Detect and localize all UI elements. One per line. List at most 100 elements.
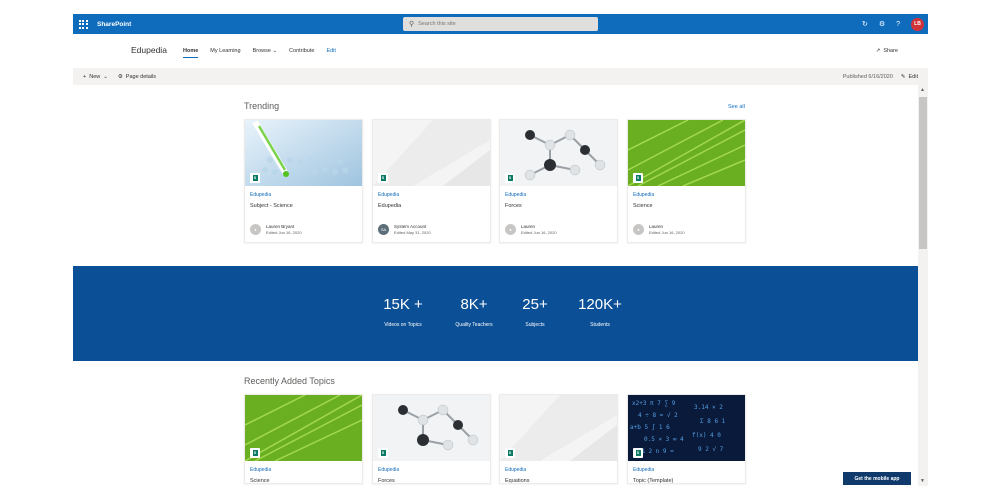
- svg-text:3.14 × 2: 3.14 × 2: [694, 404, 723, 411]
- edit-page-button[interactable]: ✎ Edit: [901, 74, 918, 80]
- card-thumbnail: [245, 120, 362, 186]
- stat-subjects: 25+ Subjects: [505, 296, 565, 328]
- share-label: Share: [883, 48, 898, 54]
- account-avatar[interactable]: LB: [911, 17, 924, 31]
- card-title[interactable]: Subject - Science: [250, 203, 293, 209]
- card-author: ● Lauren Edited Jun 16, 2020: [505, 224, 557, 235]
- search-box[interactable]: ⚲: [403, 17, 598, 31]
- card-title[interactable]: Edupedia: [378, 203, 401, 209]
- card-site[interactable]: Edupedia: [250, 192, 271, 198]
- recent-topics-title: Recently Added Topics: [244, 376, 335, 386]
- card-thumbnail: [500, 395, 617, 461]
- page-details-label: Page details: [125, 73, 157, 80]
- svg-text:9 2 √ 7: 9 2 √ 7: [698, 446, 724, 453]
- recent-card[interactable]: x2+3 π 7 ∑ 9 4 ÷ 8 = √ 2 a+b 5 ∫ 1 6 0.5 × …: [627, 394, 746, 484]
- sharepoint-page-icon: S: [505, 173, 515, 183]
- card-title[interactable]: Science: [633, 203, 653, 209]
- card-site[interactable]: Edupedia: [250, 467, 271, 473]
- author-name: System Account: [394, 224, 427, 229]
- suite-bar: SharePoint ⚲ ↻ ⚙ ? LB: [73, 14, 928, 34]
- stat-label: Videos on Topics: [384, 322, 422, 328]
- nav-browse[interactable]: Browse ⌄: [253, 48, 277, 54]
- card-author: ● Lauren Bryant Edited Jun 16, 2020: [250, 224, 302, 235]
- card-title[interactable]: Topic (Template): [633, 478, 673, 484]
- card-author: SA System Account Edited May 31, 2020: [378, 224, 431, 235]
- stat-value: 15K +: [383, 296, 423, 313]
- card-site[interactable]: Edupedia: [633, 467, 654, 473]
- recent-card[interactable]: S Edupedia Science: [244, 394, 363, 484]
- command-bar: + New ⌄ ⚙ Page details Published 6/16/20…: [73, 68, 928, 85]
- sharepoint-window: SharePoint ⚲ ↻ ⚙ ? LB Edupedia Home My L…: [73, 14, 928, 486]
- help-icon[interactable]: ?: [896, 21, 900, 28]
- edit-date: Edited Jun 16, 2020: [649, 230, 685, 235]
- nav-home[interactable]: Home: [183, 48, 199, 58]
- svg-text:f(x) 4 0: f(x) 4 0: [692, 432, 721, 439]
- stat-videos: 15K + Videos on Topics: [373, 296, 433, 328]
- author-name: Lauren: [521, 224, 536, 229]
- sharepoint-page-icon: S: [633, 173, 643, 183]
- scrollbar-thumb[interactable]: [919, 97, 927, 249]
- author-initials: SA: [378, 224, 389, 235]
- new-label: New: [89, 73, 101, 80]
- recent-card[interactable]: S Edupedia Equations: [499, 394, 618, 484]
- settings-icon[interactable]: ⚙: [879, 20, 885, 28]
- trending-title: Trending: [244, 101, 280, 111]
- nav-contribute[interactable]: Contribute: [289, 48, 314, 54]
- person-icon: ●: [505, 224, 516, 235]
- recent-card[interactable]: S Edupedia Forces: [372, 394, 491, 484]
- trending-card[interactable]: S Edupedia Edupedia SA System Account Edi…: [372, 119, 491, 243]
- card-title[interactable]: Science: [250, 478, 270, 484]
- pencil-icon: ✎: [900, 73, 906, 80]
- trending-card[interactable]: S Edupedia Forces ● Lauren Edited Jun 16,…: [499, 119, 618, 243]
- card-site[interactable]: Edupedia: [378, 467, 399, 473]
- gear-icon: ⚙: [117, 73, 123, 80]
- card-thumbnail: [245, 395, 362, 461]
- chevron-down-icon: ⌄: [103, 73, 108, 80]
- stat-label: Students: [590, 322, 610, 328]
- svg-text:4 ÷ 8 = √ 2: 4 ÷ 8 = √ 2: [638, 412, 678, 419]
- card-title[interactable]: Forces: [505, 203, 522, 209]
- trending-card[interactable]: S Edupedia Science ● Lauren Edited Jun 16…: [627, 119, 746, 243]
- plus-icon: +: [83, 73, 87, 80]
- card-author: ● Lauren Edited Jun 16, 2020: [633, 224, 685, 235]
- share-icon: ↗: [875, 48, 881, 54]
- card-thumbnail: x2+3 π 7 ∑ 9 4 ÷ 8 = √ 2 a+b 5 ∫ 1 6 0.5 × …: [628, 395, 745, 461]
- card-site[interactable]: Edupedia: [505, 192, 526, 198]
- chevron-down-icon: ⌄: [272, 48, 278, 54]
- vertical-scrollbar[interactable]: ▲ ▼: [918, 85, 928, 486]
- stat-label: Quality Teachers: [455, 322, 493, 328]
- get-mobile-app-button[interactable]: Get the mobile app: [843, 472, 911, 485]
- stat-students: 120K+ Students: [570, 296, 630, 328]
- edit-date: Edited May 31, 2020: [394, 230, 431, 235]
- stat-value: 25+: [522, 296, 548, 313]
- card-title[interactable]: Forces: [378, 478, 395, 484]
- search-input[interactable]: [418, 21, 569, 27]
- search-icon: ⚲: [409, 21, 415, 28]
- see-all-link[interactable]: See all: [728, 104, 745, 110]
- new-button[interactable]: + New ⌄: [83, 74, 108, 80]
- card-site[interactable]: Edupedia: [378, 192, 399, 198]
- card-title[interactable]: Equations: [505, 478, 529, 484]
- app-launcher-icon[interactable]: [73, 14, 93, 34]
- stat-value: 120K+: [578, 296, 622, 313]
- page-details-button[interactable]: ⚙ Page details: [118, 74, 156, 80]
- sharepoint-brand[interactable]: SharePoint: [97, 21, 131, 28]
- scroll-up-icon[interactable]: ▲: [920, 87, 925, 93]
- svg-text:0.5 × 3 ∞ 4: 0.5 × 3 ∞ 4: [644, 436, 684, 443]
- nav-edit-link[interactable]: Edit: [326, 48, 335, 54]
- card-site[interactable]: Edupedia: [505, 467, 526, 473]
- stat-value: 8K+: [460, 296, 488, 313]
- scroll-down-icon[interactable]: ▼: [920, 478, 925, 484]
- author-name: Lauren Bryant: [266, 224, 295, 229]
- trending-card[interactable]: S Edupedia Subject - Science ● Lauren Br…: [244, 119, 363, 243]
- person-icon: ●: [250, 224, 261, 235]
- site-navigation: Home My Learning Browse ⌄ Contribute Edi…: [183, 48, 336, 58]
- nav-my-learning[interactable]: My Learning: [210, 48, 240, 54]
- stat-teachers: 8K+ Quality Teachers: [444, 296, 504, 328]
- card-site[interactable]: Edupedia: [633, 192, 654, 198]
- edit-date: Edited Jun 16, 2020: [266, 230, 302, 235]
- notifications-icon[interactable]: ↻: [862, 20, 868, 28]
- edit-date: Edited Jun 16, 2020: [521, 230, 557, 235]
- site-title[interactable]: Edupedia: [131, 45, 167, 55]
- share-button[interactable]: ↗ Share: [876, 48, 898, 54]
